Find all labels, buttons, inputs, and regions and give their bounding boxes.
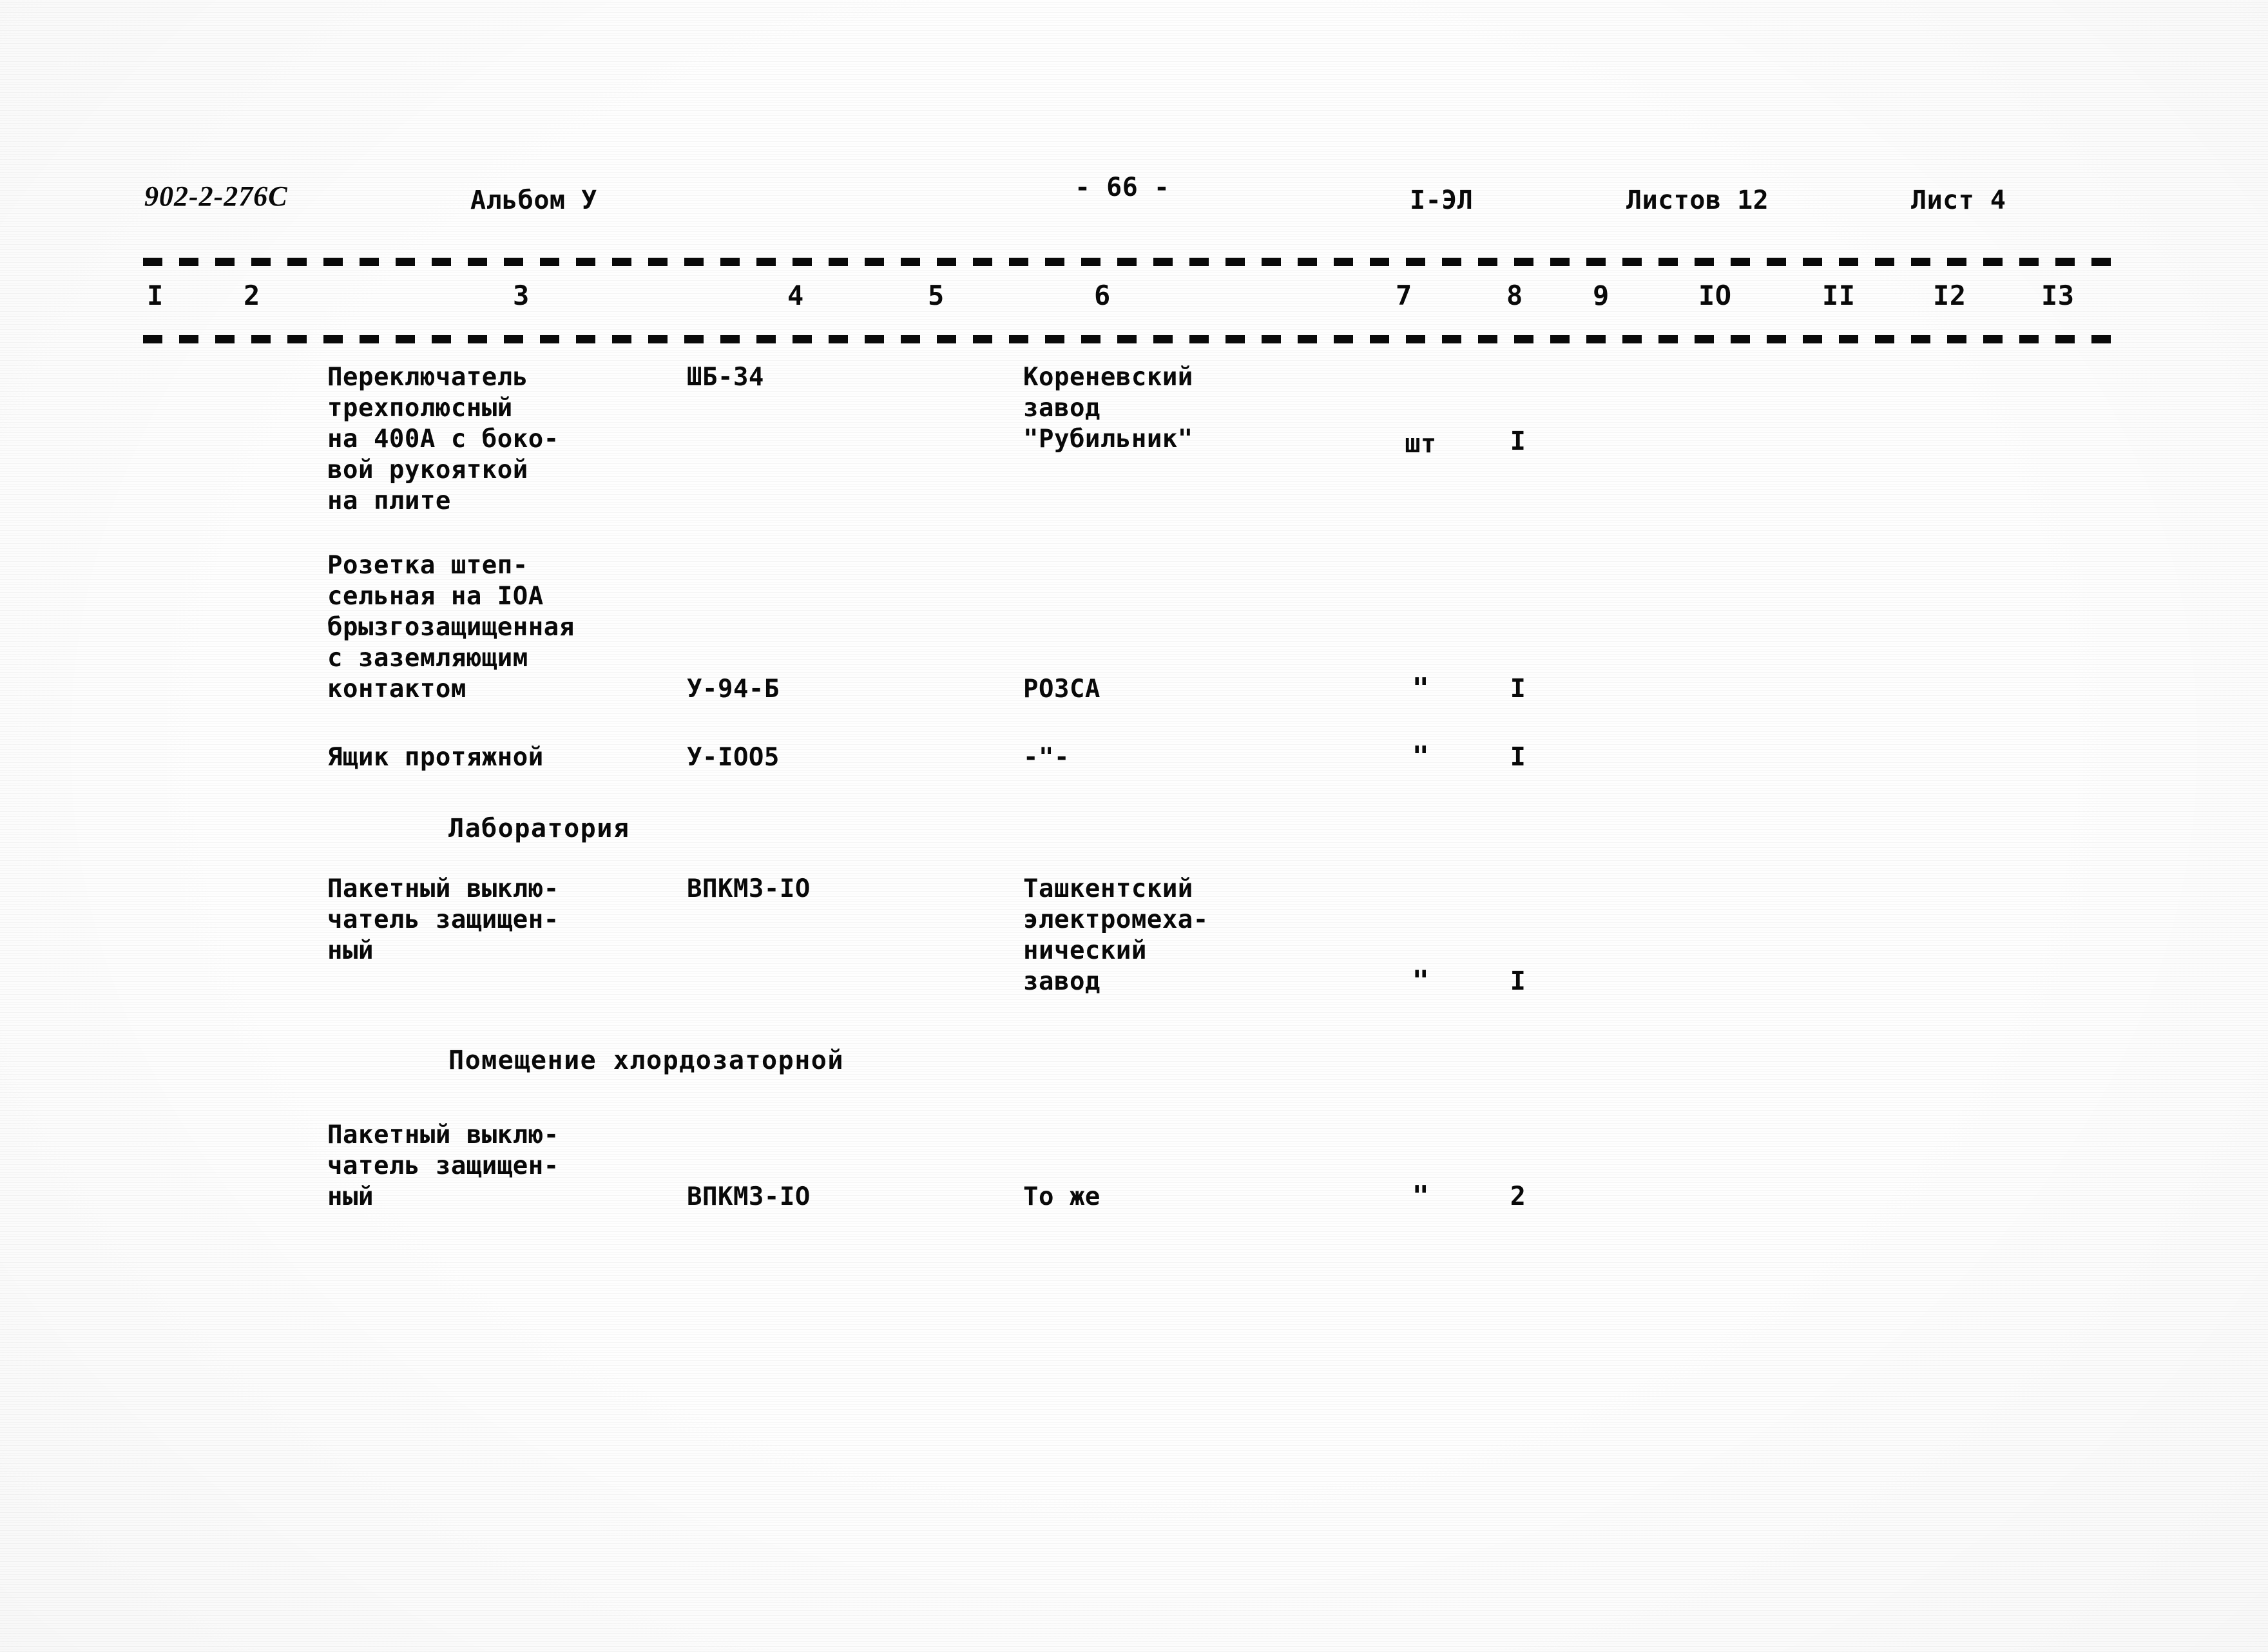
item-name-line: Ящик протяжной	[327, 743, 544, 772]
manufacturer-line: завод	[1023, 394, 1100, 423]
scan-vignette-overlay	[0, 0, 2268, 1652]
column-number-11: II	[1822, 280, 1856, 311]
column-number-13: I3	[2041, 280, 2075, 311]
column-number-3: 3	[513, 280, 530, 311]
album-label: Альбом У	[470, 186, 597, 215]
manufacturer-line: завод	[1023, 967, 1100, 996]
unit-of-measure-ditto: "	[1412, 1180, 1430, 1213]
column-number-7: 7	[1396, 280, 1412, 311]
scanned-document-page: 902-2-276С Альбом У - 66 - I-ЭЛ Листов 1…	[0, 0, 2268, 1652]
quantity-value: 2	[1510, 1182, 1526, 1211]
quantity-value: I	[1510, 427, 1526, 456]
unit-of-measure-ditto: "	[1412, 965, 1430, 997]
item-name-line: ный	[327, 936, 374, 965]
item-name-line: Розетка штеп-	[327, 551, 528, 580]
item-name-line: Пакетный выклю-	[327, 1120, 559, 1149]
manufacturer-line: "Рубильник"	[1023, 425, 1193, 454]
sheet-current: Лист 4	[1911, 186, 2006, 215]
manufacturer-line: нический	[1023, 936, 1147, 965]
scan-grain-overlay	[0, 0, 2268, 1652]
drawing-mark: I-ЭЛ	[1410, 186, 1474, 215]
manufacturer-ditto: -"-	[1023, 743, 1070, 772]
item-name-line: трехполюсный	[327, 394, 513, 423]
item-name-line: чатель защищен-	[327, 1151, 559, 1180]
manufacturer-line: То же	[1023, 1182, 1100, 1211]
column-number-2: 2	[244, 280, 260, 311]
project-code: 902-2-276С	[144, 180, 288, 212]
quantity-value: I	[1510, 966, 1526, 996]
item-name-line: Переключатель	[327, 363, 528, 392]
unit-of-measure-ditto: "	[1412, 672, 1430, 705]
item-name-line: чатель защищен-	[327, 905, 559, 934]
item-name-line: сельная на IOA	[327, 582, 544, 611]
column-number-6: 6	[1094, 280, 1111, 311]
column-number-1: I	[147, 280, 164, 311]
item-name-line: с заземляющим	[327, 644, 528, 673]
item-name-line: контактом	[327, 675, 466, 704]
quantity-value: I	[1510, 742, 1526, 772]
item-name-line: ный	[327, 1182, 374, 1211]
item-type: У-94-Б	[687, 675, 780, 704]
unit-of-measure: шт	[1405, 429, 1437, 459]
item-name-line: Пакетный выклю-	[327, 874, 559, 903]
section-heading-laboratory: Лаборатория	[448, 814, 630, 843]
manufacturer-line: Ташкентский	[1023, 874, 1193, 903]
item-type: ВПКМ3-IO	[687, 874, 811, 903]
page-number: - 66 -	[1075, 173, 1170, 202]
column-number-12: I2	[1933, 280, 1966, 311]
item-name-line: на 400А с боко-	[327, 425, 559, 454]
column-number-8: 8	[1506, 280, 1523, 311]
column-number-10: IO	[1698, 280, 1732, 311]
section-heading-chlorination: Помещение хлордозаторной	[448, 1046, 844, 1075]
item-type: ШБ-34	[687, 363, 764, 392]
quantity-value: I	[1510, 674, 1526, 704]
sheets-total: Листов 12	[1626, 186, 1769, 215]
item-name-line: брызгозащищенная	[327, 613, 575, 642]
column-number-4: 4	[787, 280, 804, 311]
table-rule-top	[143, 258, 2117, 266]
table-rule-bottom	[143, 335, 2117, 343]
unit-of-measure-ditto: "	[1412, 740, 1430, 773]
item-name-line: вой рукояткой	[327, 456, 528, 485]
column-number-9: 9	[1593, 280, 1610, 311]
manufacturer-line: Кореневский	[1023, 363, 1193, 392]
manufacturer-line: РОЗСА	[1023, 675, 1100, 704]
item-type: У-IOO5	[687, 743, 780, 772]
manufacturer-line: электромеха-	[1023, 905, 1209, 934]
column-number-5: 5	[928, 280, 945, 311]
item-name-line: на плите	[327, 486, 451, 515]
item-type: ВПКМ3-IO	[687, 1182, 811, 1211]
